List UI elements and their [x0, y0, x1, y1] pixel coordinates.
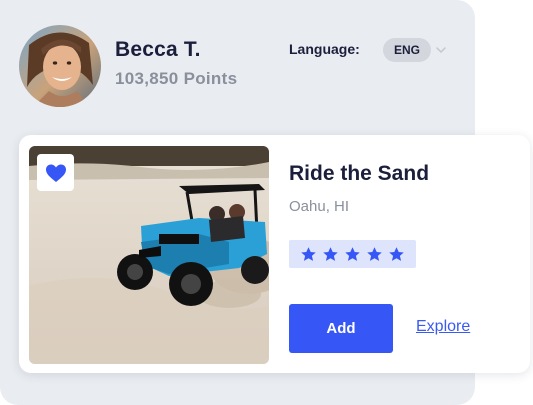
chevron-down-icon[interactable] — [435, 44, 447, 56]
language-label: Language: — [289, 41, 360, 57]
star-icon — [367, 246, 382, 261]
activity-location: Oahu, HI — [289, 198, 350, 215]
favorite-button[interactable] — [37, 154, 74, 191]
star-icon — [323, 246, 338, 261]
avatar-image — [19, 25, 101, 107]
activity-card: Ride the Sand Oahu, HI Add Explore — [19, 135, 530, 373]
star-icon — [389, 246, 404, 261]
heart-icon[interactable] — [44, 161, 68, 185]
activity-title: Ride the Sand — [289, 162, 430, 185]
add-button[interactable]: Add — [289, 304, 393, 353]
user-points: 103,850 Points — [115, 69, 238, 88]
language-selected-value[interactable]: ENG — [383, 38, 432, 62]
star-icon — [301, 246, 316, 261]
explore-link[interactable]: Explore — [416, 318, 470, 336]
user-name: Becca T. — [115, 38, 201, 61]
rating-stars — [289, 240, 416, 268]
language-select[interactable]: ENG — [383, 38, 447, 62]
star-icon — [345, 246, 360, 261]
avatar — [19, 25, 101, 107]
